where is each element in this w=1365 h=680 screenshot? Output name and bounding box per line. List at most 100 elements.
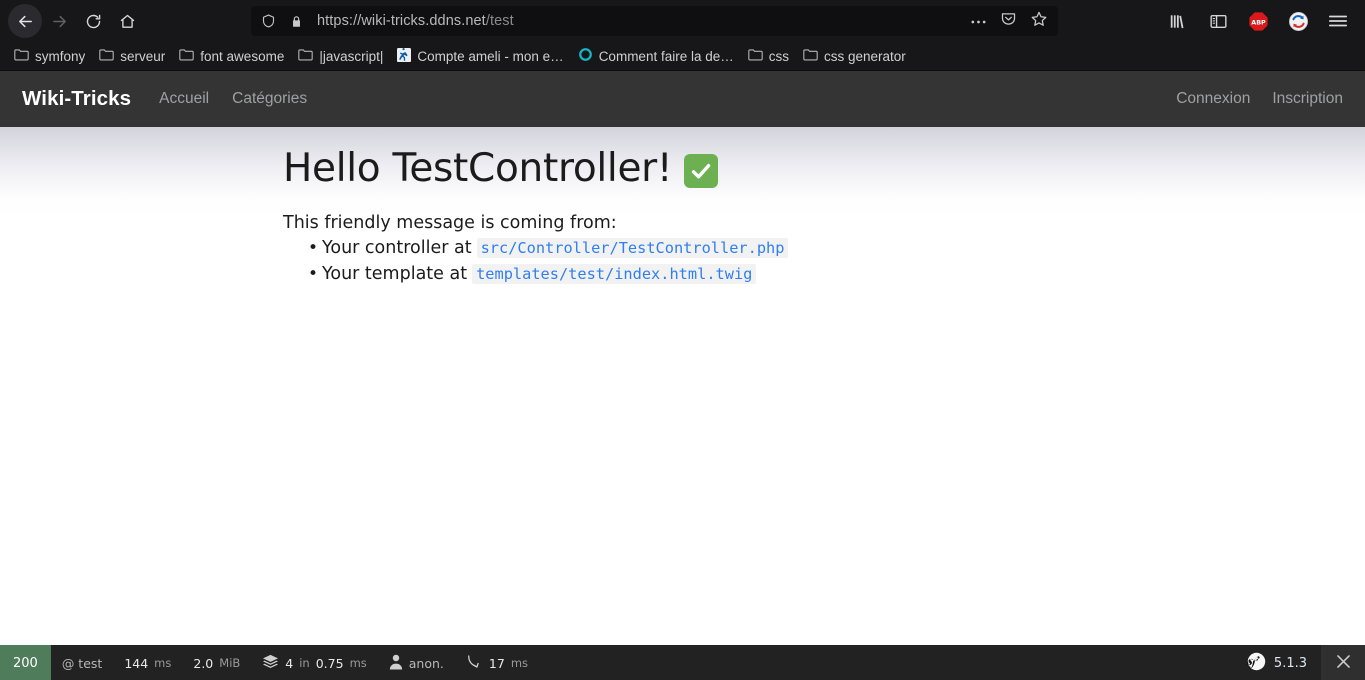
close-icon — [1334, 652, 1353, 674]
bookmark-item[interactable]: |javascript| — [292, 45, 389, 67]
address-bar[interactable]: https://wiki-tricks.ddns.net/test — [251, 6, 1058, 36]
bookmark-item[interactable]: font awesome — [173, 45, 290, 67]
bookmark-label: Comment faire la de… — [598, 48, 734, 64]
list-item: Your controller at src/Controller/TestCo… — [308, 237, 1365, 258]
sf-request-time[interactable]: 144 ms — [113, 645, 182, 680]
browser-chrome: https://wiki-tricks.ddns.net/test ABP sy… — [0, 0, 1365, 71]
origin-path: templates/test/index.html.twig — [472, 263, 757, 284]
lead-text: This friendly message is coming from: — [283, 212, 617, 233]
bookmark-item[interactable]: serveur — [93, 45, 171, 67]
sf-security-user[interactable]: anon. — [378, 645, 455, 680]
sf-forward-time[interactable]: 17 ms — [455, 645, 539, 680]
origin-path: src/Controller/TestController.php — [476, 237, 789, 258]
bookmark-item[interactable]: Comment faire la de… — [572, 44, 740, 68]
site-navbar: Wiki-Tricks Accueil Catégories Connexion… — [0, 71, 1365, 127]
sf-memory-value: 2.0 — [193, 655, 214, 671]
hamburger-menu-icon[interactable] — [1325, 8, 1351, 34]
back-button[interactable] — [8, 4, 42, 38]
sf-forward-unit: ms — [510, 656, 529, 670]
sf-version-value: 5.1.3 — [1273, 655, 1307, 671]
list-item: Your template at templates/test/index.ht… — [308, 263, 1365, 284]
library-icon[interactable] — [1165, 8, 1191, 34]
browser-toolbar-right: ABP — [1165, 8, 1357, 34]
teal-ring-favicon — [578, 47, 593, 65]
folder-icon — [99, 48, 114, 64]
star-icon[interactable] — [1030, 10, 1048, 33]
back-arrow-icon — [17, 13, 34, 30]
sf-templates-count: 4 — [285, 655, 294, 671]
svg-text:ABP: ABP — [1251, 18, 1266, 26]
forward-arrow-icon — [51, 13, 68, 30]
content-container: Hello TestController! This friendly mess… — [0, 146, 1365, 284]
sf-forward-value: 17 — [488, 655, 505, 671]
symfony-logo-icon — [1246, 652, 1266, 674]
white-heavy-check-mark-icon — [684, 153, 719, 188]
nav-item-inscription[interactable]: Inscription — [1272, 90, 1343, 108]
bookmark-item[interactable]: Compte ameli - mon e… — [391, 45, 569, 68]
lock-icon[interactable] — [290, 14, 303, 29]
sf-templates[interactable]: 4 in 0.75 ms — [251, 645, 377, 680]
pocket-icon[interactable] — [1000, 10, 1017, 32]
folder-icon — [803, 48, 818, 64]
layers-icon — [262, 654, 279, 672]
sf-templates-unit: ms — [349, 656, 367, 670]
sf-time-value: 144 — [124, 655, 149, 671]
symfony-debug-toolbar: 200 @ test 144 ms 2.0 MiB 4 in 0.75 ms a… — [0, 645, 1365, 680]
shield-icon[interactable] — [261, 13, 276, 29]
bookmark-item[interactable]: css — [742, 45, 795, 67]
bookmark-label: symfony — [35, 48, 86, 64]
folder-icon — [748, 48, 763, 64]
folder-icon — [14, 48, 29, 64]
user-icon — [389, 654, 403, 673]
sf-memory[interactable]: 2.0 MiB — [182, 645, 251, 680]
sidebar-icon[interactable] — [1205, 8, 1231, 34]
page-title: Hello TestController! — [283, 146, 1365, 192]
bookmark-label: |javascript| — [319, 48, 384, 64]
curved-arrow-icon — [466, 653, 483, 673]
bookmark-item[interactable]: css generator — [797, 45, 912, 67]
adblock-plus-icon[interactable]: ABP — [1245, 8, 1271, 34]
sf-memory-unit: MiB — [219, 656, 241, 670]
navbar-links-left: Accueil Catégories — [159, 90, 307, 108]
sf-templates-time: 0.75 — [315, 655, 344, 671]
home-icon — [119, 13, 136, 30]
folder-icon — [298, 48, 314, 64]
bookmark-label: font awesome — [200, 48, 285, 64]
bookmark-label: Compte ameli - mon e… — [417, 48, 564, 64]
url-text[interactable]: https://wiki-tricks.ddns.net/test — [317, 13, 962, 29]
folder-icon — [179, 48, 194, 64]
nav-item-connexion[interactable]: Connexion — [1176, 90, 1250, 108]
bookmarks-toolbar: symfony serveur font awesome |javascript… — [0, 42, 1365, 70]
sf-route[interactable]: @ test — [51, 645, 113, 680]
sf-route-value: @ test — [61, 655, 103, 671]
bookmark-label: serveur — [120, 48, 166, 64]
reload-icon — [85, 13, 102, 30]
sf-time-unit: ms — [154, 656, 172, 670]
bookmark-item[interactable]: symfony — [8, 45, 91, 67]
sf-templates-in: in — [299, 656, 310, 670]
origin-label: Your controller at — [322, 237, 472, 258]
nav-item-accueil[interactable]: Accueil — [159, 90, 209, 108]
origin-label: Your template at — [322, 263, 468, 284]
home-button[interactable] — [110, 4, 144, 38]
bookmark-label: css generator — [824, 48, 906, 64]
ameli-favicon — [397, 47, 412, 65]
sf-version-block[interactable]: 5.1.3 — [1237, 645, 1321, 680]
site-brand[interactable]: Wiki-Tricks — [22, 87, 131, 111]
urlbar-container: https://wiki-tricks.ddns.net/test — [144, 6, 1165, 36]
origins-list: Your controller at src/Controller/TestCo… — [283, 237, 1365, 284]
nav-item-categories[interactable]: Catégories — [232, 90, 307, 108]
forward-button[interactable] — [42, 4, 76, 38]
ellipsis-icon[interactable] — [970, 12, 987, 30]
sf-status-code-value: 200 — [13, 655, 38, 671]
sf-toolbar-right: 5.1.3 — [1237, 645, 1365, 680]
browser-navigation-toolbar: https://wiki-tricks.ddns.net/test ABP — [0, 0, 1365, 42]
sf-close-button[interactable] — [1321, 645, 1365, 680]
sf-status-code[interactable]: 200 — [0, 645, 51, 680]
page-title-text: Hello TestController! — [283, 146, 673, 191]
sync-extension-icon[interactable] — [1285, 8, 1311, 34]
navbar-links-right: Connexion Inscription — [1176, 90, 1343, 108]
sf-user-value: anon. — [408, 655, 444, 671]
reload-button[interactable] — [76, 4, 110, 38]
bookmark-label: css — [768, 48, 789, 64]
